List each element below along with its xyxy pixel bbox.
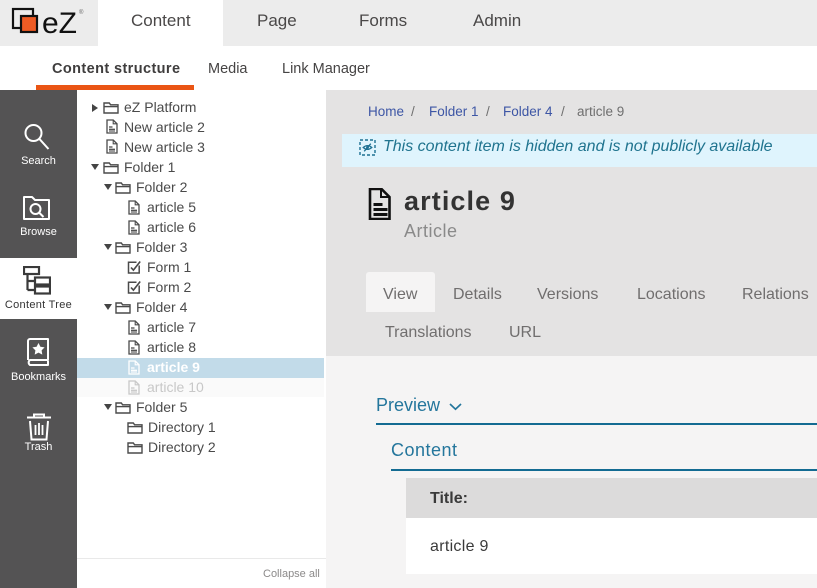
svg-text:eZ: eZ xyxy=(42,7,77,40)
svg-text:®: ® xyxy=(79,9,84,16)
